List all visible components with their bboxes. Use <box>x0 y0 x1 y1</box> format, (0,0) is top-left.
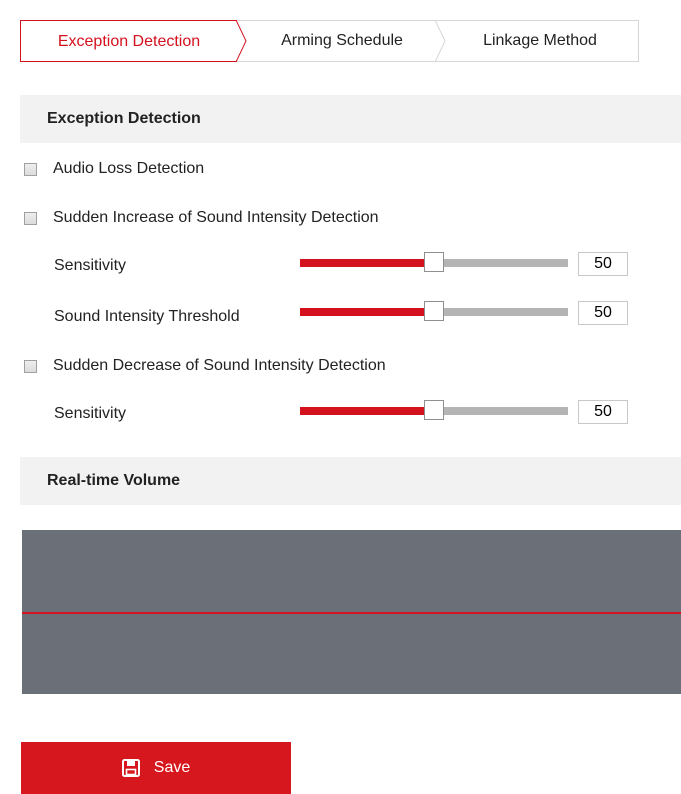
volume-meter <box>22 530 681 694</box>
section-header-volume: Real-time Volume <box>20 457 681 505</box>
increase-sensitivity-label: Sensitivity <box>54 257 127 274</box>
increase-sensitivity-input[interactable] <box>578 252 628 276</box>
slider-thumb[interactable] <box>424 301 444 321</box>
slider-thumb[interactable] <box>424 400 444 420</box>
slider-fill <box>300 308 434 316</box>
slider-fill <box>300 407 434 415</box>
slider-track <box>434 407 568 415</box>
sudden-decrease-label: Sudden Decrease of Sound Intensity Detec… <box>53 357 386 374</box>
slider-track <box>434 259 568 267</box>
audio-loss-row: Audio Loss Detection <box>24 157 204 181</box>
threshold-slider[interactable] <box>300 301 568 325</box>
tab-exception-detection[interactable]: Exception Detection <box>20 20 237 62</box>
save-label: Save <box>153 759 191 776</box>
sudden-decrease-row: Sudden Decrease of Sound Intensity Detec… <box>24 354 386 378</box>
tab-linkage-method[interactable]: Linkage Method <box>450 20 630 62</box>
sudden-increase-row: Sudden Increase of Sound Intensity Detec… <box>24 206 379 230</box>
tab-arrow-icon <box>435 20 446 62</box>
volume-threshold-line <box>22 612 681 614</box>
increase-sensitivity-slider[interactable] <box>300 252 568 276</box>
threshold-label: Sound Intensity Threshold <box>54 308 240 325</box>
slider-thumb[interactable] <box>424 252 444 272</box>
sudden-decrease-checkbox[interactable] <box>24 359 37 373</box>
decrease-sensitivity-label: Sensitivity <box>54 405 127 422</box>
audio-loss-label: Audio Loss Detection <box>53 160 205 177</box>
decrease-sensitivity-input[interactable] <box>578 400 628 424</box>
tab-arrow-icon <box>236 20 247 62</box>
save-button[interactable]: Save <box>21 742 291 794</box>
slider-track <box>434 308 568 316</box>
audio-loss-checkbox[interactable] <box>24 162 37 176</box>
slider-fill <box>300 259 434 267</box>
sudden-increase-checkbox[interactable] <box>24 211 37 225</box>
sudden-increase-label: Sudden Increase of Sound Intensity Detec… <box>53 209 379 226</box>
decrease-sensitivity-slider[interactable] <box>300 400 568 424</box>
threshold-input[interactable] <box>578 301 628 325</box>
tab-arming-schedule[interactable]: Arming Schedule <box>252 20 432 62</box>
save-icon <box>121 759 140 777</box>
tab-bar: Exception Detection Arming Schedule Link… <box>20 20 640 64</box>
section-header-exception: Exception Detection <box>20 95 681 143</box>
